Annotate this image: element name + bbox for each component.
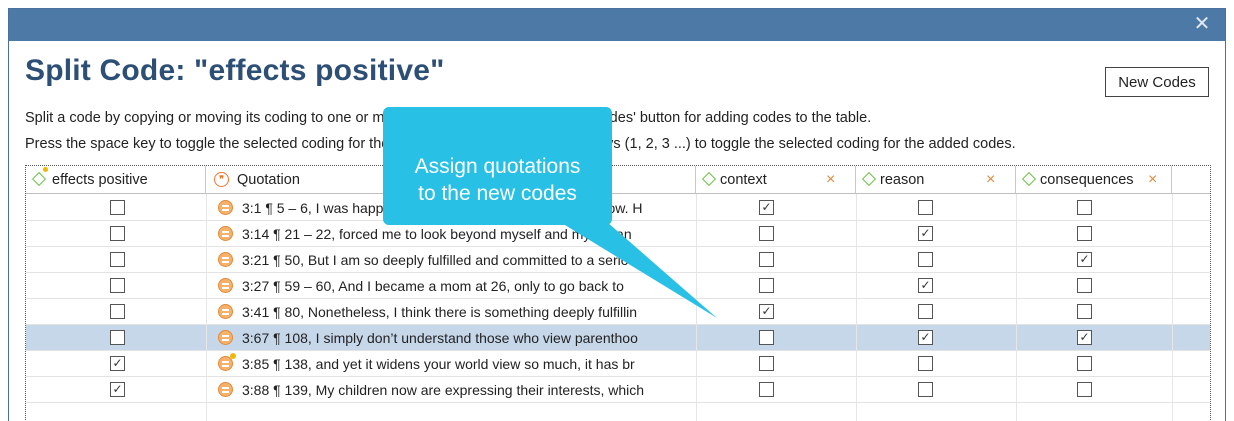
remove-column-icon[interactable]: × — [1148, 166, 1157, 194]
quotation-cell[interactable]: 3:41 ¶ 80, Nonetheless, I think there is… — [206, 299, 696, 325]
checkbox-consequences[interactable] — [1077, 382, 1092, 397]
checkbox-reason[interactable]: ✓ — [918, 278, 933, 293]
checkbox-context[interactable]: ✓ — [759, 200, 774, 215]
column-divider — [1172, 194, 1173, 421]
quotation-cell[interactable]: 3:21 ¶ 50, But I am so deeply fulfilled … — [206, 247, 696, 273]
column-header-label: consequences — [1040, 172, 1134, 188]
quotation-text: 3:85 ¶ 138, and yet it widens your world… — [242, 356, 635, 372]
checkbox-reason[interactable] — [918, 200, 933, 215]
checkbox-reason[interactable] — [918, 382, 933, 397]
column-header-source-code[interactable]: effects positive — [26, 166, 206, 194]
checkbox-context[interactable] — [759, 278, 774, 293]
remove-column-icon[interactable]: × — [986, 166, 995, 194]
quotation-cell[interactable]: 3:85 ¶ 138, and yet it widens your world… — [206, 351, 696, 377]
table-row[interactable]: 3:88 ¶ 139, My children now are expressi… — [26, 377, 1210, 403]
column-header-label: Quotation — [237, 172, 300, 188]
checkbox-consequences[interactable] — [1077, 278, 1092, 293]
quotation-text: 3:27 ¶ 59 – 60, And I became a mom at 26… — [242, 278, 624, 294]
page-title: Split Code: "effects positive" — [25, 54, 445, 87]
checkbox-context[interactable] — [759, 252, 774, 267]
remove-column-icon[interactable]: × — [826, 166, 835, 194]
quotation-cell[interactable]: 3:88 ¶ 139, My children now are expressi… — [206, 377, 696, 403]
column-header-label: reason — [880, 172, 925, 188]
code-icon — [861, 171, 877, 187]
column-header-reason[interactable]: reason × — [856, 166, 1016, 194]
quotation-icon — [218, 382, 233, 397]
checkbox-source[interactable] — [110, 226, 125, 241]
dialog-titlebar: ✕ — [9, 9, 1225, 41]
quotation-text: 3:21 ¶ 50, But I am so deeply fulfilled … — [242, 252, 637, 268]
table-row[interactable]: 3:85 ¶ 138, and yet it widens your world… — [26, 351, 1210, 377]
checkbox-consequences[interactable]: ✓ — [1077, 330, 1092, 345]
checkbox-source[interactable] — [110, 200, 125, 215]
checkbox-consequences[interactable] — [1077, 356, 1092, 371]
quotation-icon — [218, 226, 233, 241]
checkbox-context[interactable] — [759, 226, 774, 241]
quotation-cell[interactable]: 3:67 ¶ 108, I simply don’t understand th… — [206, 325, 696, 351]
quotation-icon — [218, 278, 233, 293]
checkbox-source[interactable] — [110, 330, 125, 345]
checkbox-context[interactable]: ✓ — [759, 304, 774, 319]
checkbox-source[interactable]: ✓ — [110, 356, 125, 371]
table-row[interactable]: 3:21 ¶ 50, But I am so deeply fulfilled … — [26, 247, 1210, 273]
table-row[interactable]: 3:67 ¶ 108, I simply don’t understand th… — [26, 325, 1210, 351]
split-code-dialog: ✕ Split Code: "effects positive" New Cod… — [8, 8, 1226, 421]
checkbox-consequences[interactable] — [1077, 200, 1092, 215]
checkbox-consequences[interactable] — [1077, 226, 1092, 241]
column-header-context[interactable]: context × — [696, 166, 856, 194]
coding-table: effects positive ❞ Quotation context × re… — [25, 165, 1211, 421]
checkbox-reason[interactable] — [918, 252, 933, 267]
checkbox-reason[interactable] — [918, 356, 933, 371]
quotation-icon — [218, 304, 233, 319]
checkbox-source[interactable]: ✓ — [110, 382, 125, 397]
column-divider — [1016, 194, 1017, 421]
quotation-icon — [218, 330, 233, 345]
column-divider — [206, 194, 207, 421]
checkbox-context[interactable] — [759, 356, 774, 371]
checkbox-reason[interactable]: ✓ — [918, 330, 933, 345]
checkbox-source[interactable] — [110, 304, 125, 319]
table-row[interactable]: 3:14 ¶ 21 – 22, forced me to look beyond… — [26, 221, 1210, 247]
quotation-icon: ❞ — [214, 171, 229, 187]
screen-background: ✕ Split Code: "effects positive" New Cod… — [0, 0, 1234, 421]
code-icon — [31, 166, 50, 194]
callout-text: Assign quotations to the new codes — [414, 155, 581, 205]
code-icon — [701, 171, 717, 187]
checkbox-reason[interactable]: ✓ — [918, 226, 933, 241]
code-icon — [1021, 171, 1037, 187]
column-divider — [696, 194, 697, 421]
comment-indicator-icon — [230, 353, 236, 359]
checkbox-consequences[interactable]: ✓ — [1077, 252, 1092, 267]
new-codes-button[interactable]: New Codes — [1105, 67, 1209, 97]
quotation-text: 3:67 ¶ 108, I simply don’t understand th… — [242, 330, 638, 346]
quotation-text: 3:88 ¶ 139, My children now are expressi… — [242, 382, 645, 398]
checkbox-context[interactable] — [759, 330, 774, 345]
checkbox-context[interactable] — [759, 382, 774, 397]
column-divider — [856, 194, 857, 421]
table-row[interactable]: 3:1 ¶ 5 – 6, I was happy then, and I am … — [26, 195, 1210, 221]
column-header-consequences[interactable]: consequences × — [1016, 166, 1172, 194]
table-row[interactable]: 3:27 ¶ 59 – 60, And I became a mom at 26… — [26, 273, 1210, 299]
close-icon[interactable]: ✕ — [1191, 13, 1213, 35]
checkbox-source[interactable] — [110, 278, 125, 293]
quotation-cell[interactable]: 3:27 ¶ 59 – 60, And I became a mom at 26… — [206, 273, 696, 299]
column-header-label: context — [720, 172, 767, 188]
checkbox-reason[interactable] — [918, 304, 933, 319]
quotation-text: 3:41 ¶ 80, Nonetheless, I think there is… — [242, 304, 638, 320]
table-row[interactable]: 3:41 ¶ 80, Nonetheless, I think there is… — [26, 299, 1210, 325]
quotation-icon — [218, 200, 233, 215]
checkbox-source[interactable] — [110, 252, 125, 267]
tutorial-callout: Assign quotations to the new codes — [383, 107, 612, 225]
table-header: effects positive ❞ Quotation context × re… — [26, 166, 1210, 194]
checkbox-consequences[interactable] — [1077, 304, 1092, 319]
quotation-icon — [218, 252, 233, 267]
quotation-icon — [218, 353, 236, 371]
column-header-label: effects positive — [52, 172, 148, 188]
